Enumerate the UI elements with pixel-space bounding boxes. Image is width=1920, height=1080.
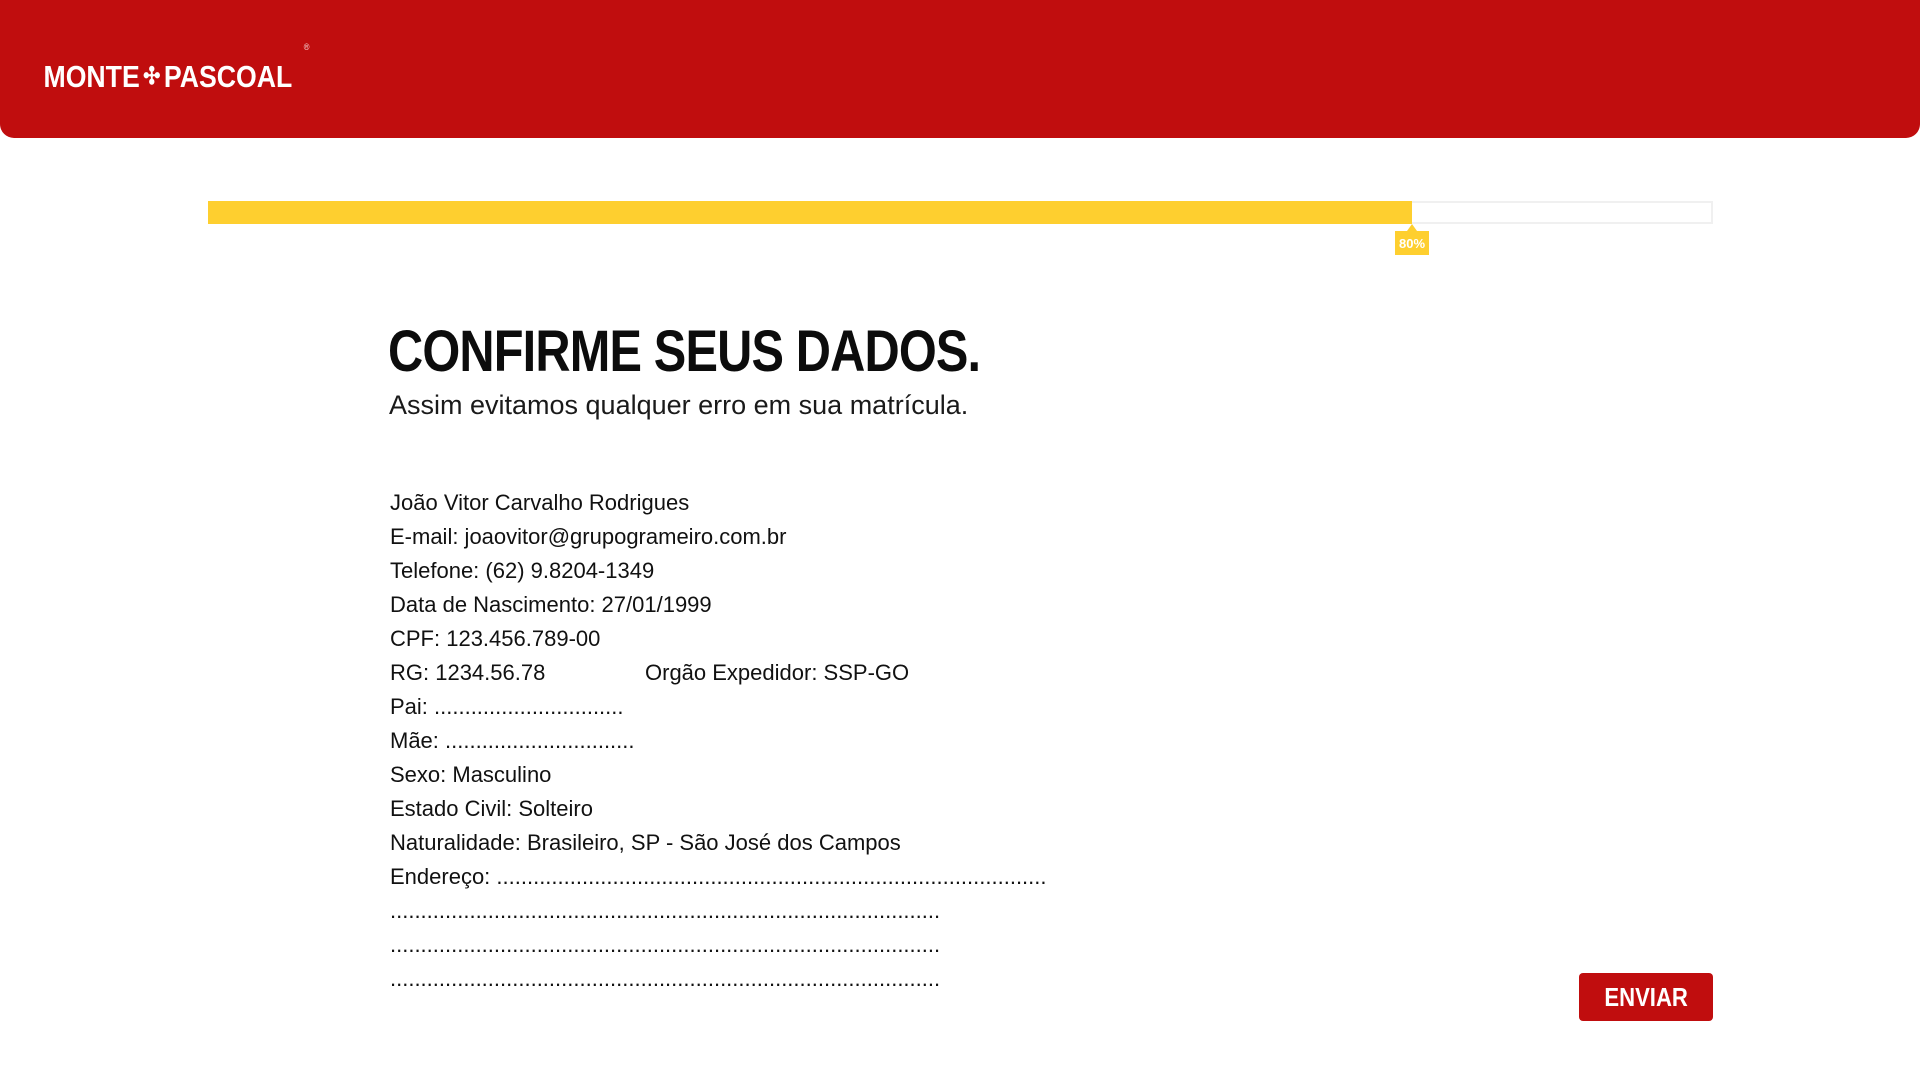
progress-bar [208, 201, 1713, 224]
rg-row: RG: 1234.56.78 Orgão Expedidor: SSP-GO [390, 656, 1047, 690]
rg-line: RG: 1234.56.78 [390, 660, 546, 685]
father-line: Pai: ............................... [390, 694, 624, 719]
top-header: MONTE ✣ PASCOAL ® [0, 0, 1920, 138]
address-line: ........................................… [390, 966, 941, 991]
address-line: ........................................… [390, 898, 941, 923]
monte-pascoal-logo[interactable]: MONTE ✣ PASCOAL ® [28, 42, 309, 108]
issuer-line: Orgão Expedidor: SSP-GO [645, 660, 910, 685]
registered-mark: ® [303, 42, 310, 52]
cross-icon: ✣ [143, 62, 161, 90]
birthplace-line: Naturalidade: Brasileiro, SP - São José … [390, 830, 901, 855]
sex-line: Sexo: Masculino [390, 762, 552, 787]
phone-line: Telefone: (62) 9.8204-1349 [390, 558, 655, 583]
page-title: CONFIRME SEUS DADOS. [388, 319, 981, 384]
address-line: ........................................… [390, 932, 941, 957]
mother-line: Mãe: ............................... [390, 728, 635, 753]
progress-bar-fill [208, 201, 1412, 224]
logo-text-right: PASCOAL [163, 59, 293, 94]
progress-percent-badge: 80% [1395, 224, 1429, 255]
cpf-line: CPF: 123.456.789-00 [390, 626, 601, 651]
submit-button-label: ENVIAR [1604, 981, 1688, 1012]
marital-status-line: Estado Civil: Solteiro [390, 796, 593, 821]
birth-date-line: Data de Nascimento: 27/01/1999 [390, 592, 712, 617]
email-line: E-mail: joaovitor@grupogrameiro.com.br [390, 524, 787, 549]
page-subtitle: Assim evitamos qualquer erro em sua matr… [389, 390, 969, 420]
name-line: João Vitor Carvalho Rodrigues [390, 490, 690, 515]
personal-data-summary: João Vitor Carvalho Rodrigues E-mail: jo… [390, 486, 1047, 996]
logo-text-left: MONTE [43, 59, 140, 94]
submit-button[interactable]: ENVIAR [1579, 973, 1713, 1021]
address-line: Endereço: ..............................… [390, 864, 1047, 889]
